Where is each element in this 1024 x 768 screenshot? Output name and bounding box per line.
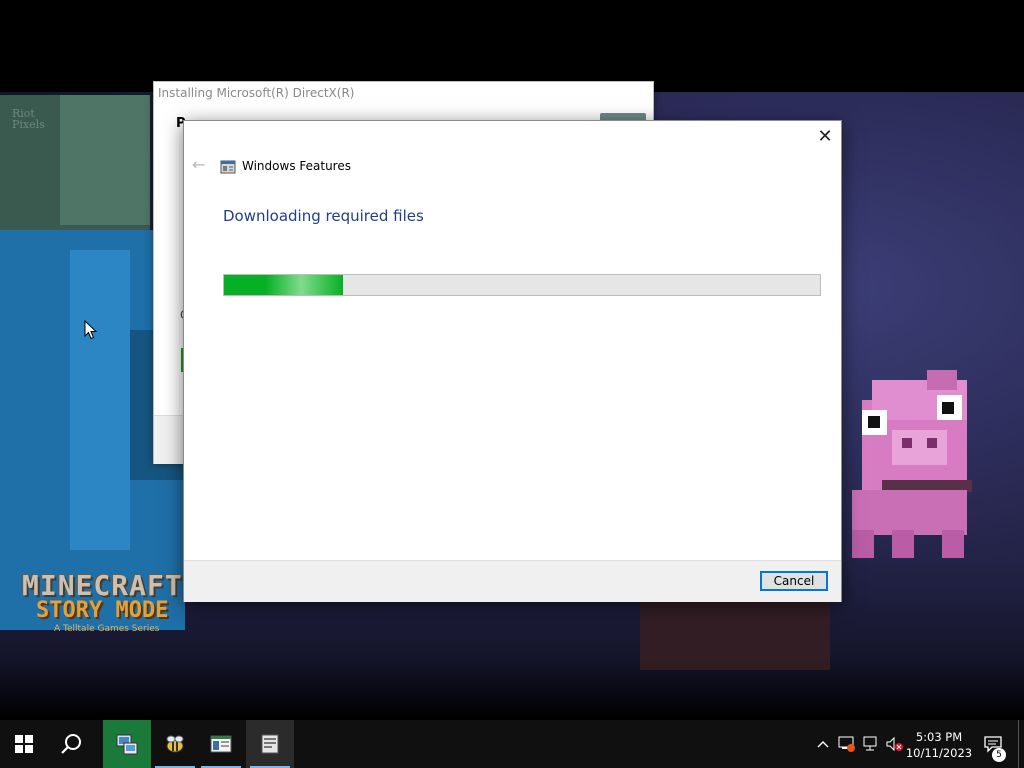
show-desktop-button[interactable]: [1018, 720, 1024, 768]
logo-subtitle: STORY MODE: [36, 598, 169, 623]
back-arrow-icon[interactable]: ←: [192, 157, 208, 173]
taskbar-app-bug[interactable]: [151, 720, 199, 768]
wallpaper-character-body-highlight: [70, 250, 130, 550]
volume-muted-icon: [886, 736, 903, 752]
status-heading: Downloading required files: [223, 207, 424, 225]
logo-tagline: A Telltale Games Series: [54, 624, 160, 634]
security-alert-icon: [838, 736, 855, 752]
windows-features-dialog: ✕ ← Windows Features Downloading require…: [183, 120, 842, 602]
wallpaper-watermark: Riot Pixels: [12, 107, 45, 131]
windows-logo-icon: [15, 735, 33, 753]
network-computer-icon: [116, 734, 138, 755]
close-icon: ✕: [817, 125, 833, 147]
clock-time: 5:03 PM: [915, 730, 963, 744]
search-icon: [61, 734, 81, 754]
mouse-cursor-icon: [84, 320, 98, 340]
windows-features-icon: [261, 734, 279, 754]
tray-volume-button[interactable]: [884, 720, 906, 768]
windows-features-icon: [220, 160, 236, 174]
start-button[interactable]: [0, 720, 48, 768]
taskbar: 5:03 PM 10/11/2023: [0, 720, 1024, 768]
wallpaper-character-legs: [640, 600, 830, 670]
network-icon: [863, 736, 877, 751]
cancel-button[interactable]: Cancel: [760, 571, 828, 591]
search-button[interactable]: [48, 720, 96, 768]
taskbar-app-window[interactable]: [197, 720, 245, 768]
notification-count-badge: 5: [992, 748, 1006, 762]
clock-date: 10/11/2023: [905, 746, 973, 760]
show-hidden-icons-button[interactable]: [812, 720, 834, 768]
dialog-title: Windows Features: [242, 159, 351, 173]
close-button[interactable]: ✕: [809, 121, 841, 151]
chevron-up-icon: [817, 741, 829, 748]
tray-security-button[interactable]: [836, 720, 858, 768]
download-progress-bar: [223, 274, 821, 296]
application-window-icon: [210, 735, 232, 753]
tray-network-button[interactable]: [860, 720, 882, 768]
taskbar-app-network-setup[interactable]: [103, 720, 151, 768]
wallpaper-pig-image: [852, 370, 972, 558]
taskbar-clock[interactable]: 5:03 PM 10/11/2023: [904, 729, 974, 761]
installer-window-title: Installing Microsoft(R) DirectX(R): [158, 86, 355, 100]
bee-icon: [166, 735, 184, 753]
dialog-footer: Cancel: [184, 560, 841, 602]
wallpaper-character-head-highlight: [60, 95, 150, 225]
taskbar-app-windows-features[interactable]: [246, 720, 294, 768]
progress-bar-fill: [224, 275, 344, 295]
